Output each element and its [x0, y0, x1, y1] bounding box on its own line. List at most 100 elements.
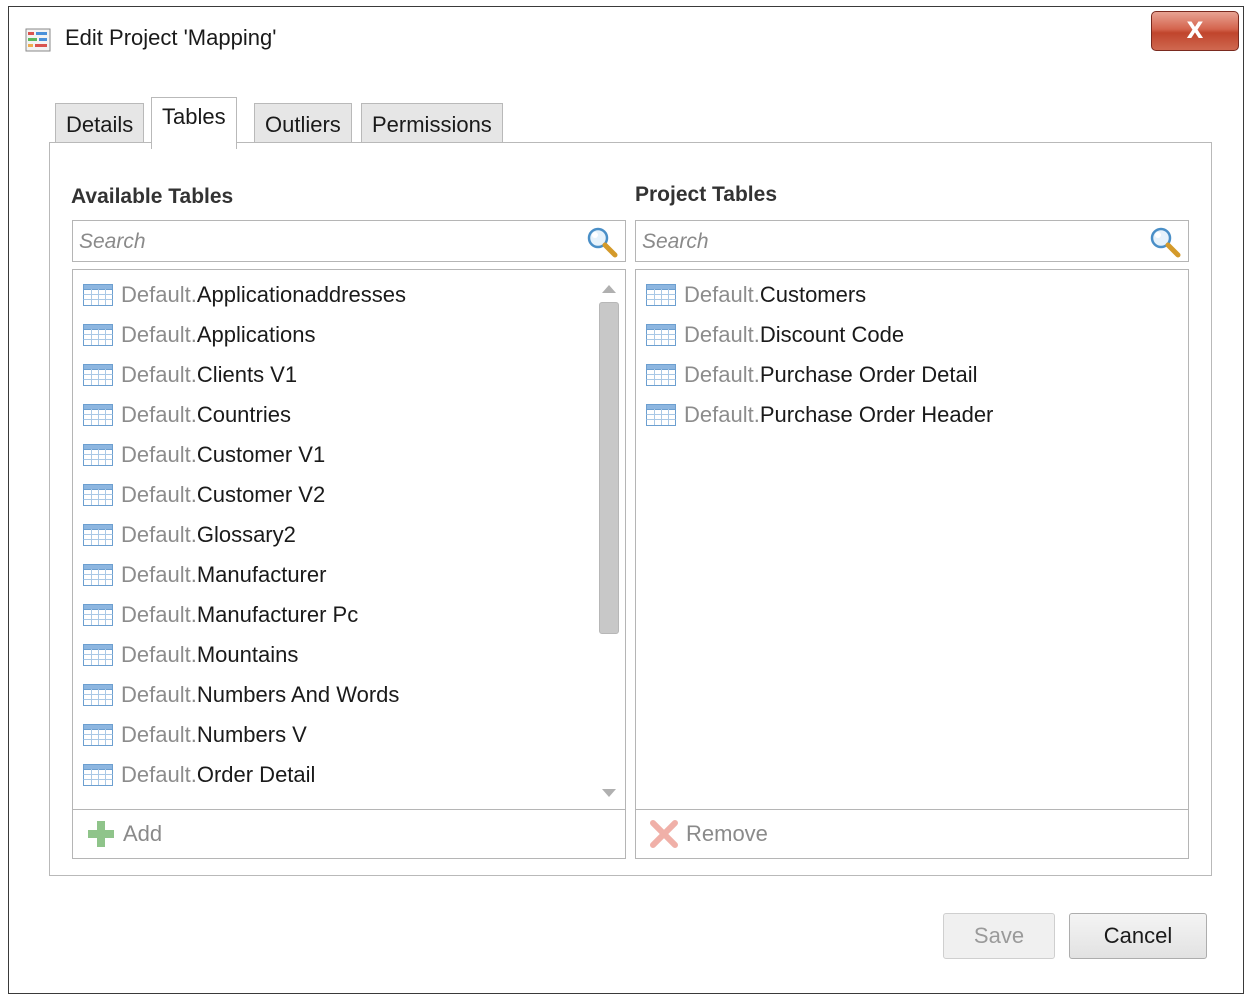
table-list-item[interactable]: Default. Manufacturer [83, 560, 326, 590]
available-search-input[interactable] [79, 227, 559, 257]
schema-prefix: Default. [121, 682, 197, 707]
table-name: Countries [196, 402, 291, 427]
table-list-item[interactable]: Default. Discount Code [646, 320, 904, 350]
table-icon [83, 644, 113, 666]
table-list-item[interactable]: Default. Customers [646, 280, 866, 310]
table-list-item[interactable]: Default. Countries [83, 400, 291, 430]
project-search-input[interactable] [642, 227, 1122, 257]
schema-prefix: Default. [121, 642, 197, 667]
table-name: Applications [196, 322, 316, 347]
table-icon [646, 284, 676, 306]
table-name: Customer V1 [196, 442, 326, 467]
schema-prefix: Default. [121, 562, 197, 587]
schema-prefix: Default. [684, 282, 760, 307]
table-icon [83, 324, 113, 346]
table-icon [83, 444, 113, 466]
project-app-icon [25, 28, 51, 52]
schema-prefix: Default. [121, 762, 197, 787]
table-name: Customers [759, 282, 867, 307]
table-list-item[interactable]: Default. Numbers And Words [83, 680, 399, 710]
tables-tab-panel: Available Tables Default.Applicationaddr… [49, 142, 1212, 876]
close-button[interactable]: X [1151, 11, 1239, 51]
table-list-item[interactable]: Default. Purchase Order Detail [646, 360, 977, 390]
schema-prefix: Default. [121, 602, 197, 627]
available-search-box [72, 220, 626, 262]
table-name: Customer V2 [196, 482, 326, 507]
plus-icon[interactable] [85, 818, 117, 850]
table-name: Applicationaddresses [196, 282, 406, 307]
table-icon [646, 404, 676, 426]
table-name: Discount Code [759, 322, 905, 347]
table-icon [83, 604, 113, 626]
table-list-item[interactable]: Default. Customer V2 [83, 480, 325, 510]
table-icon [83, 404, 113, 426]
table-name: Numbers And Words [196, 682, 400, 707]
close-icon: X [1186, 18, 1204, 44]
table-list-item[interactable]: Default. Glossary2 [83, 520, 296, 550]
table-name: Purchase Order Detail [759, 362, 978, 387]
schema-prefix: Default. [121, 322, 197, 347]
schema-prefix: Default. [121, 282, 197, 307]
schema-prefix: Default. [121, 482, 197, 507]
title-bar: Edit Project 'Mapping' X [9, 7, 1243, 67]
table-list-item[interactable]: Default. Purchase Order Header [646, 400, 993, 430]
scroll-down-arrow-icon[interactable] [601, 788, 617, 800]
tab-details[interactable]: Details [55, 103, 145, 147]
table-list-item[interactable]: Default. Applicationaddresses [83, 280, 406, 310]
table-icon [646, 324, 676, 346]
scrollbar-thumb[interactable] [599, 302, 619, 634]
project-tables-list[interactable]: Default. Customers Default. Discount Code De… [635, 269, 1189, 811]
tab-outliers[interactable]: Outliers [254, 103, 352, 147]
project-tables-heading: Project Tables [635, 183, 777, 206]
schema-prefix: Default. [684, 362, 760, 387]
available-tables-list[interactable]: Default. Applicationaddresses Default. Appl… [72, 269, 626, 811]
table-list-item[interactable]: Default. Manufacturer Pc [83, 600, 358, 630]
tab-permissions[interactable]: Permissions [361, 103, 503, 147]
table-list-item[interactable]: Default. Clients V1 [83, 360, 297, 390]
available-tables-heading: Available Tables [71, 185, 234, 208]
add-button[interactable]: Add [123, 821, 162, 847]
tab-tables[interactable]: Tables [151, 97, 237, 149]
table-list-item[interactable]: Default. Order Detail [83, 760, 315, 790]
schema-prefix: Default. [121, 442, 197, 467]
schema-prefix: Default. [121, 402, 197, 427]
schema-prefix: Default. [684, 402, 760, 427]
available-list-scrollbar[interactable] [597, 274, 621, 806]
table-name: Purchase Order Header [759, 402, 994, 427]
window-title: Edit Project 'Mapping' [65, 25, 277, 50]
search-icon[interactable] [585, 226, 619, 258]
search-icon[interactable] [1148, 226, 1182, 258]
remove-button[interactable]: Remove [686, 821, 768, 847]
table-name: Order Detail [196, 762, 316, 787]
save-button[interactable]: Save [943, 913, 1055, 959]
table-name: Numbers V [196, 722, 307, 747]
table-icon [83, 724, 113, 746]
remove-x-icon[interactable] [648, 818, 680, 850]
table-icon [83, 284, 113, 306]
edit-project-dialog: Edit Project 'Mapping' X Details Tables … [8, 6, 1244, 994]
table-icon [83, 364, 113, 386]
schema-prefix: Default. [684, 322, 760, 347]
table-list-item[interactable]: Default. Customer V1 [83, 440, 325, 470]
schema-prefix: Default. [121, 522, 197, 547]
table-name: Glossary2 [196, 522, 296, 547]
table-list-item[interactable]: Default. Applications [83, 320, 315, 350]
table-name: Clients V1 [196, 362, 298, 387]
project-search-box [635, 220, 1189, 262]
cancel-button[interactable]: Cancel [1069, 913, 1207, 959]
table-name: Manufacturer [196, 562, 327, 587]
table-list-item[interactable]: Default. Numbers V [83, 720, 307, 750]
available-list-footer: Add [72, 809, 626, 859]
schema-prefix: Default. [121, 722, 197, 747]
table-list-item[interactable]: Default. Mountains [83, 640, 298, 670]
project-list-footer: Remove [635, 809, 1189, 859]
table-name: Mountains [196, 642, 299, 667]
scroll-up-arrow-icon[interactable] [601, 282, 617, 294]
table-icon [83, 684, 113, 706]
table-icon [83, 484, 113, 506]
table-name: Manufacturer Pc [196, 602, 359, 627]
table-icon [83, 524, 113, 546]
table-icon [646, 364, 676, 386]
table-icon [83, 564, 113, 586]
schema-prefix: Default. [121, 362, 197, 387]
